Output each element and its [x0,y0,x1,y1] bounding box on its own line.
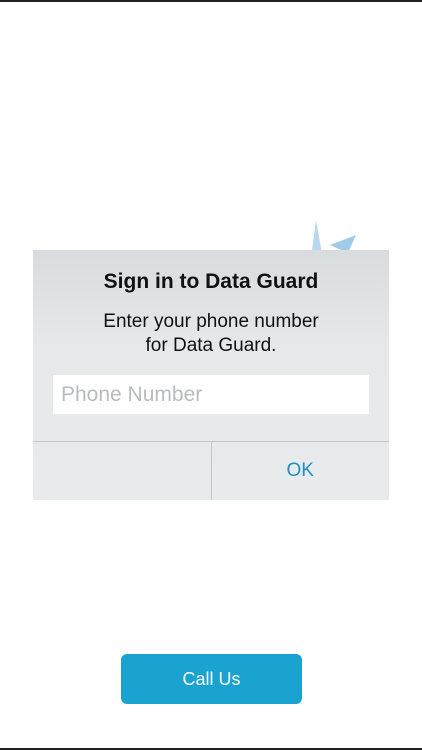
phone-number-input[interactable] [53,375,369,414]
dialog-button-row: OK [33,441,389,500]
ok-button[interactable]: OK [212,442,390,500]
dialog-title: Sign in to Data Guard [103,270,319,293]
cancel-button[interactable] [33,442,212,500]
call-us-button[interactable]: Call Us [121,654,302,704]
dialog-message-line-1: Enter your phone number [103,311,319,332]
app-screen: Sign in to Data Guard Enter your phone n… [0,0,422,750]
dialog-message: Enter your phone number for Data Guard. [53,310,369,358]
sign-in-dialog: Sign in to Data Guard Enter your phone n… [33,250,389,500]
dialog-message-line-2: for Data Guard. [145,335,277,356]
top-border [0,0,422,2]
